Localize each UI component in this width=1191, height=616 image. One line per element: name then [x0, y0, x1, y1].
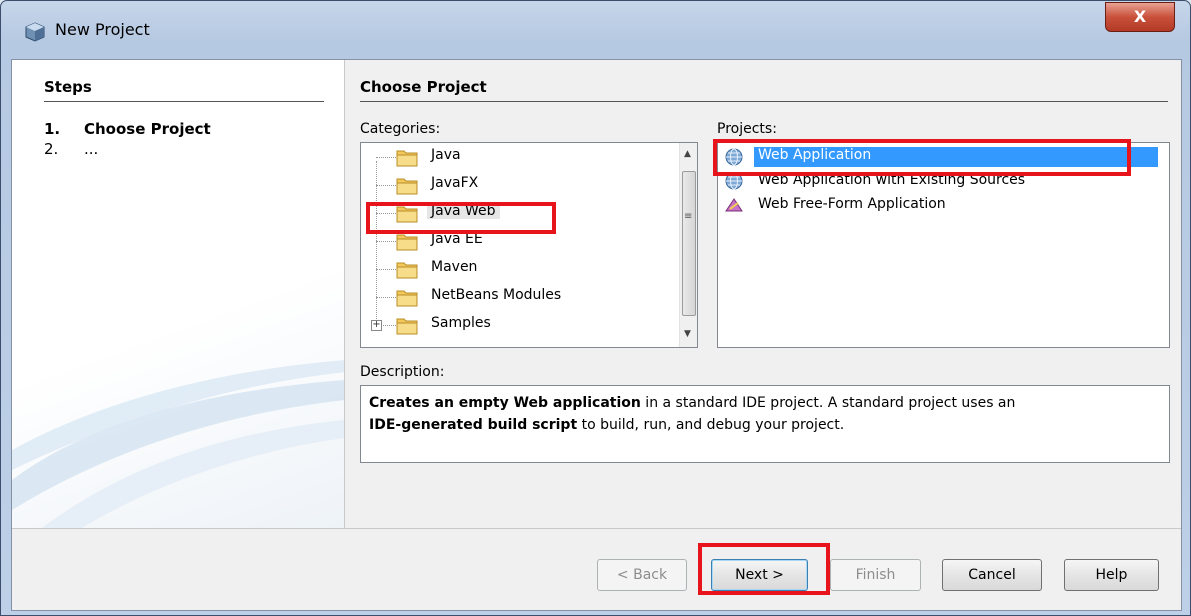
step-1: 1. Choose Project [44, 120, 211, 138]
close-button[interactable]: X [1105, 2, 1175, 32]
expand-plus-icon[interactable]: + [371, 320, 382, 331]
category-label: JavaFX [431, 175, 479, 191]
decorative-swoosh [12, 360, 344, 528]
category-netbeans-modules[interactable]: NetBeans Modules [361, 283, 677, 311]
categories-label: Categories: [360, 121, 441, 137]
finish-button[interactable]: Finish [830, 559, 921, 591]
description-text-1: in a standard IDE project. A standard pr… [640, 395, 1016, 411]
step-number: 1. [44, 120, 61, 138]
project-label: Web Free-Form Application [758, 196, 946, 212]
tree-connector [376, 241, 396, 242]
back-button[interactable]: < Back [597, 559, 687, 591]
category-maven[interactable]: Maven [361, 255, 677, 283]
window-title: New Project [55, 20, 150, 39]
highlight-web-application [713, 139, 1131, 176]
category-label: Java [431, 147, 461, 163]
categories-scrollbar[interactable]: ▲ ≡ ▼ [679, 143, 697, 347]
step-number: 2. [44, 140, 59, 158]
step-2: 2.... [44, 140, 98, 158]
freeform-icon [725, 198, 743, 212]
cancel-button[interactable]: Cancel [942, 559, 1042, 591]
categories-tree[interactable]: Java JavaFX Java Web Java EE Maven NetBe… [360, 142, 698, 348]
highlight-next-button [698, 543, 830, 595]
folder-icon [396, 262, 418, 279]
description-bold-1: Creates an empty Web application [369, 395, 641, 411]
description-text-2: to build, run, and debug your project. [577, 417, 845, 433]
steps-heading: Steps [44, 78, 324, 102]
button-bar: < Back Next > Finish Cancel Help [12, 528, 1181, 610]
folder-icon [396, 290, 418, 307]
project-web-free-form[interactable]: Web Free-Form Application [720, 193, 1160, 217]
scroll-up-arrow-icon[interactable]: ▲ [684, 149, 691, 159]
category-label: Samples [431, 315, 491, 331]
help-button[interactable]: Help [1064, 559, 1159, 591]
category-javafx[interactable]: JavaFX [361, 171, 677, 199]
project-cube-icon [25, 22, 45, 42]
tree-connector [376, 297, 396, 298]
description-label: Description: [360, 364, 445, 380]
tree-connector [376, 157, 396, 158]
category-samples[interactable]: + Samples [361, 311, 677, 339]
highlight-java-web [366, 202, 556, 234]
page-title: Choose Project [360, 78, 1168, 102]
scroll-grip-icon: ≡ [684, 211, 693, 222]
category-java[interactable]: Java [361, 143, 677, 171]
folder-icon [396, 318, 418, 335]
category-label: Maven [431, 259, 478, 275]
projects-label: Projects: [717, 121, 777, 137]
description-bold-2: IDE-generated build script [369, 417, 578, 433]
folder-icon [396, 150, 418, 167]
category-label: NetBeans Modules [431, 287, 562, 303]
folder-icon [396, 234, 418, 251]
scroll-thumb[interactable] [682, 171, 696, 316]
scroll-down-arrow-icon[interactable]: ▼ [684, 329, 691, 339]
steps-panel: Steps 1. Choose Project 2.... [12, 60, 345, 528]
tree-connector [376, 185, 396, 186]
step-label: ... [84, 140, 99, 158]
description-box: Creates an empty Web application in a st… [360, 385, 1170, 463]
new-project-dialog: New Project X Steps 1. Choose Project 2..… [0, 0, 1191, 616]
title-bar[interactable]: New Project X [1, 1, 1190, 59]
tree-connector [376, 269, 396, 270]
step-label: Choose Project [84, 120, 211, 138]
folder-icon [396, 178, 418, 195]
